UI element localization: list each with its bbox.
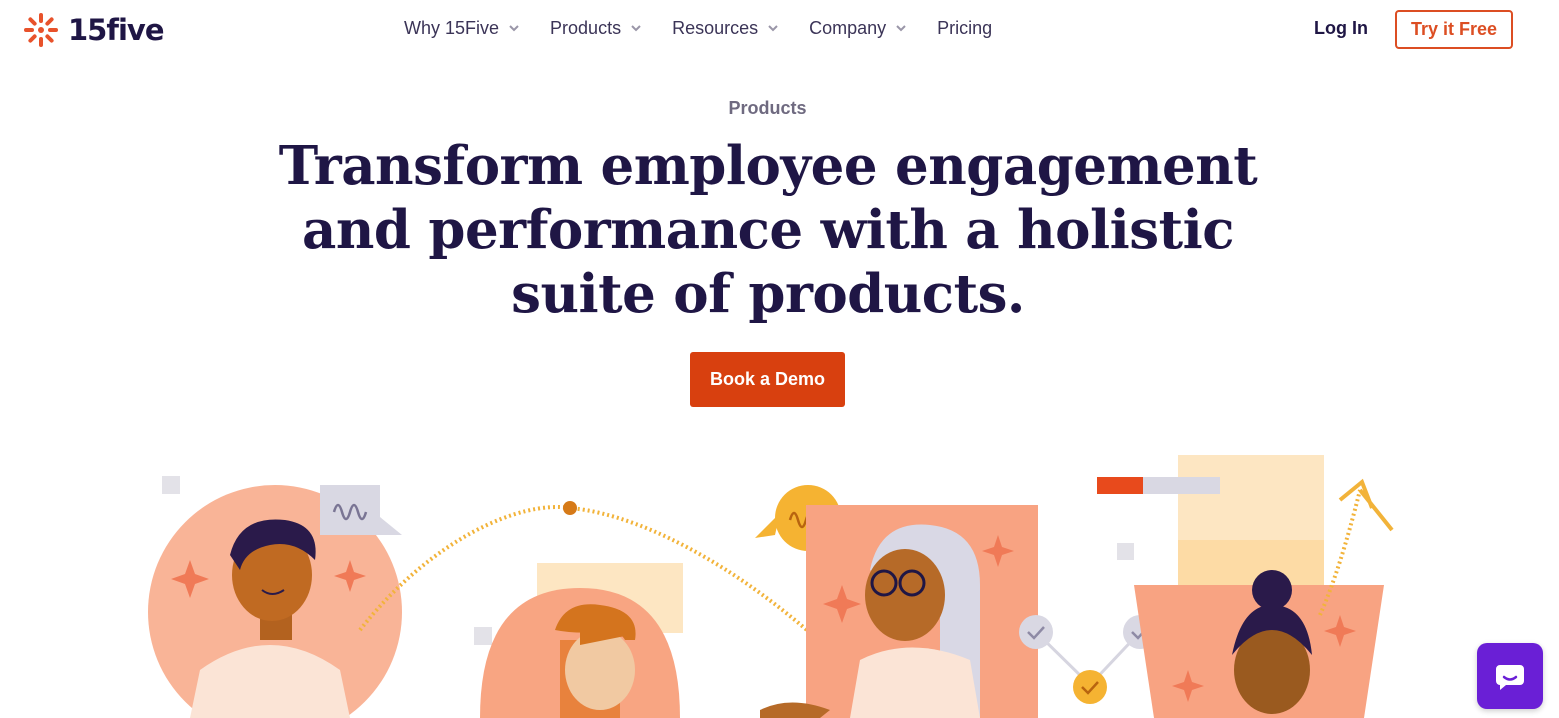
hero-illustration xyxy=(148,455,1394,718)
page-headline: Transform employee engagement and perfor… xyxy=(278,135,1258,325)
nav-item-label: Company xyxy=(809,17,887,38)
chevron-down-icon xyxy=(631,25,641,32)
nav-item-label: Resources xyxy=(672,17,759,38)
nav-item-label: Products xyxy=(550,17,622,38)
login-link[interactable]: Log In xyxy=(1314,18,1368,39)
chat-launcher-button[interactable] xyxy=(1477,643,1543,709)
chat-bubble-icon xyxy=(1496,665,1524,690)
nav-item-resources[interactable]: Resources xyxy=(672,16,779,40)
main-nav: Why 15Five Products Resources Company Pr… xyxy=(404,16,992,40)
speech-bubble-icon xyxy=(320,485,402,535)
chevron-down-icon xyxy=(509,25,519,32)
burst-logo-icon xyxy=(24,13,58,47)
nav-item-products[interactable]: Products xyxy=(550,16,642,40)
nav-item-label: Why 15Five xyxy=(404,17,500,38)
chevron-down-icon xyxy=(896,25,906,32)
book-demo-button[interactable]: Book a Demo xyxy=(690,352,845,407)
deco-square xyxy=(1117,543,1134,560)
logo[interactable]: 15five xyxy=(22,11,164,49)
nav-item-why-15five[interactable]: Why 15Five xyxy=(404,16,520,40)
nav-item-label: Pricing xyxy=(937,17,993,38)
site-header: 15five Why 15Five Products Resources Com… xyxy=(0,0,1559,58)
person-illustration-4 xyxy=(1097,455,1394,718)
deco-square xyxy=(162,476,180,494)
deco-square xyxy=(474,627,492,645)
logo-text: 15five xyxy=(68,13,164,47)
try-free-button[interactable]: Try it Free xyxy=(1395,10,1513,49)
check-icon xyxy=(1019,615,1157,704)
chevron-down-icon xyxy=(768,25,778,32)
section-eyebrow: Products xyxy=(728,98,807,118)
nav-item-pricing[interactable]: Pricing xyxy=(937,16,992,40)
nav-item-company[interactable]: Company xyxy=(809,16,907,40)
person-illustration-2 xyxy=(480,563,683,718)
